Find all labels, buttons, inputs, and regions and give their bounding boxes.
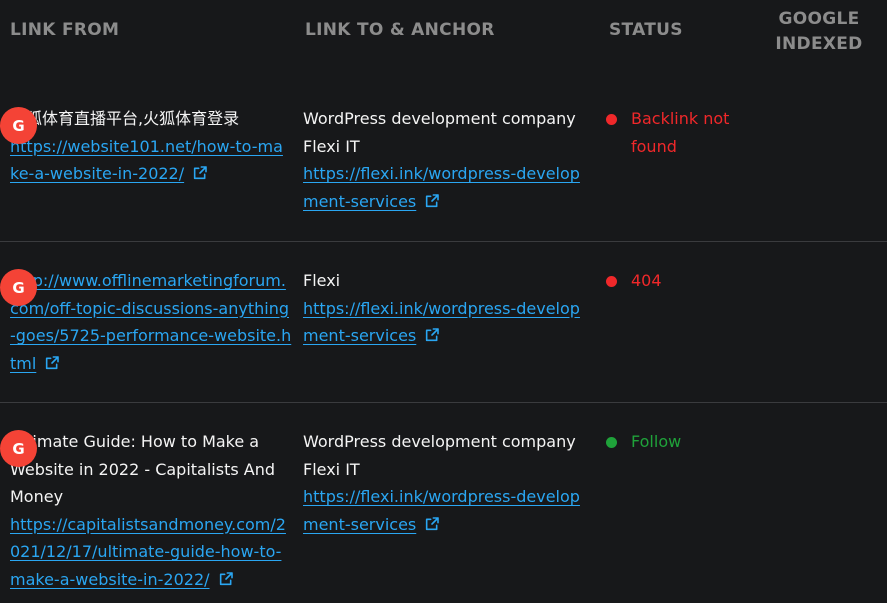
status-text: Follow xyxy=(631,432,682,451)
status-dot xyxy=(606,437,617,448)
link-from-title: 火狐体育直播平台,火狐体育登录 xyxy=(10,109,240,128)
header-link-to-anchor: LINK TO & ANCHOR xyxy=(305,20,495,40)
external-link-icon[interactable] xyxy=(424,516,440,532)
external-link-icon[interactable] xyxy=(424,193,440,209)
link-from-title: Ultimate Guide: How to Make a Website in… xyxy=(10,432,276,506)
link-to-url[interactable]: https://flexi.ink/wordpress-development-… xyxy=(303,164,580,211)
header-google-indexed-line2: INDEXED xyxy=(775,34,863,54)
table-row: http://www.offlinemarketingforum.com/off… xyxy=(0,241,887,403)
link-to-cell: WordPress development company Flexi IT h… xyxy=(303,105,593,215)
header-google-indexed: GOOGLE INDEXED xyxy=(760,7,878,57)
link-to-url[interactable]: https://flexi.ink/wordpress-development-… xyxy=(303,487,580,534)
external-link-icon[interactable] xyxy=(44,355,60,371)
anchor-text: WordPress development company Flexi IT xyxy=(303,432,576,479)
link-to-url[interactable]: https://flexi.ink/wordpress-development-… xyxy=(303,299,580,346)
status-text: 404 xyxy=(631,271,662,290)
table-row: 火狐体育直播平台,火狐体育登录 https://website101.net/h… xyxy=(0,80,887,241)
status-cell: 404 xyxy=(606,267,756,295)
status-cell: Backlink not found xyxy=(606,105,756,160)
google-indexed-button[interactable]: G xyxy=(0,107,37,144)
status-dot xyxy=(606,276,617,287)
external-link-icon[interactable] xyxy=(424,327,440,343)
google-indexed-button[interactable]: G xyxy=(0,269,37,306)
status-cell: Follow xyxy=(606,428,756,456)
external-link-icon[interactable] xyxy=(218,571,234,587)
anchor-text: WordPress development company Flexi IT xyxy=(303,109,576,156)
anchor-text: Flexi xyxy=(303,271,341,290)
table-header: LINK FROM LINK TO & ANCHOR STATUS GOOGLE… xyxy=(0,0,887,80)
table-row: Ultimate Guide: How to Make a Website in… xyxy=(0,402,887,603)
link-from-cell: Ultimate Guide: How to Make a Website in… xyxy=(10,428,292,593)
header-link-from: LINK FROM xyxy=(10,20,120,40)
google-indexed-button[interactable]: G xyxy=(0,430,37,467)
link-from-url[interactable]: https://website101.net/how-to-make-a-web… xyxy=(10,137,283,184)
link-to-cell: Flexi https://flexi.ink/wordpress-develo… xyxy=(303,267,593,350)
link-from-cell: 火狐体育直播平台,火狐体育登录 https://website101.net/h… xyxy=(10,105,292,188)
link-to-cell: WordPress development company Flexi IT h… xyxy=(303,428,593,538)
backlinks-table: LINK FROM LINK TO & ANCHOR STATUS GOOGLE… xyxy=(0,0,887,603)
status-dot xyxy=(606,114,617,125)
header-status: STATUS xyxy=(609,20,683,40)
external-link-icon[interactable] xyxy=(192,165,208,181)
link-from-url[interactable]: https://capitalistsandmoney.com/2021/12/… xyxy=(10,515,286,589)
header-google-indexed-line1: GOOGLE xyxy=(778,9,860,29)
link-from-cell: http://www.offlinemarketingforum.com/off… xyxy=(10,267,292,377)
status-text: Backlink not found xyxy=(631,109,730,156)
